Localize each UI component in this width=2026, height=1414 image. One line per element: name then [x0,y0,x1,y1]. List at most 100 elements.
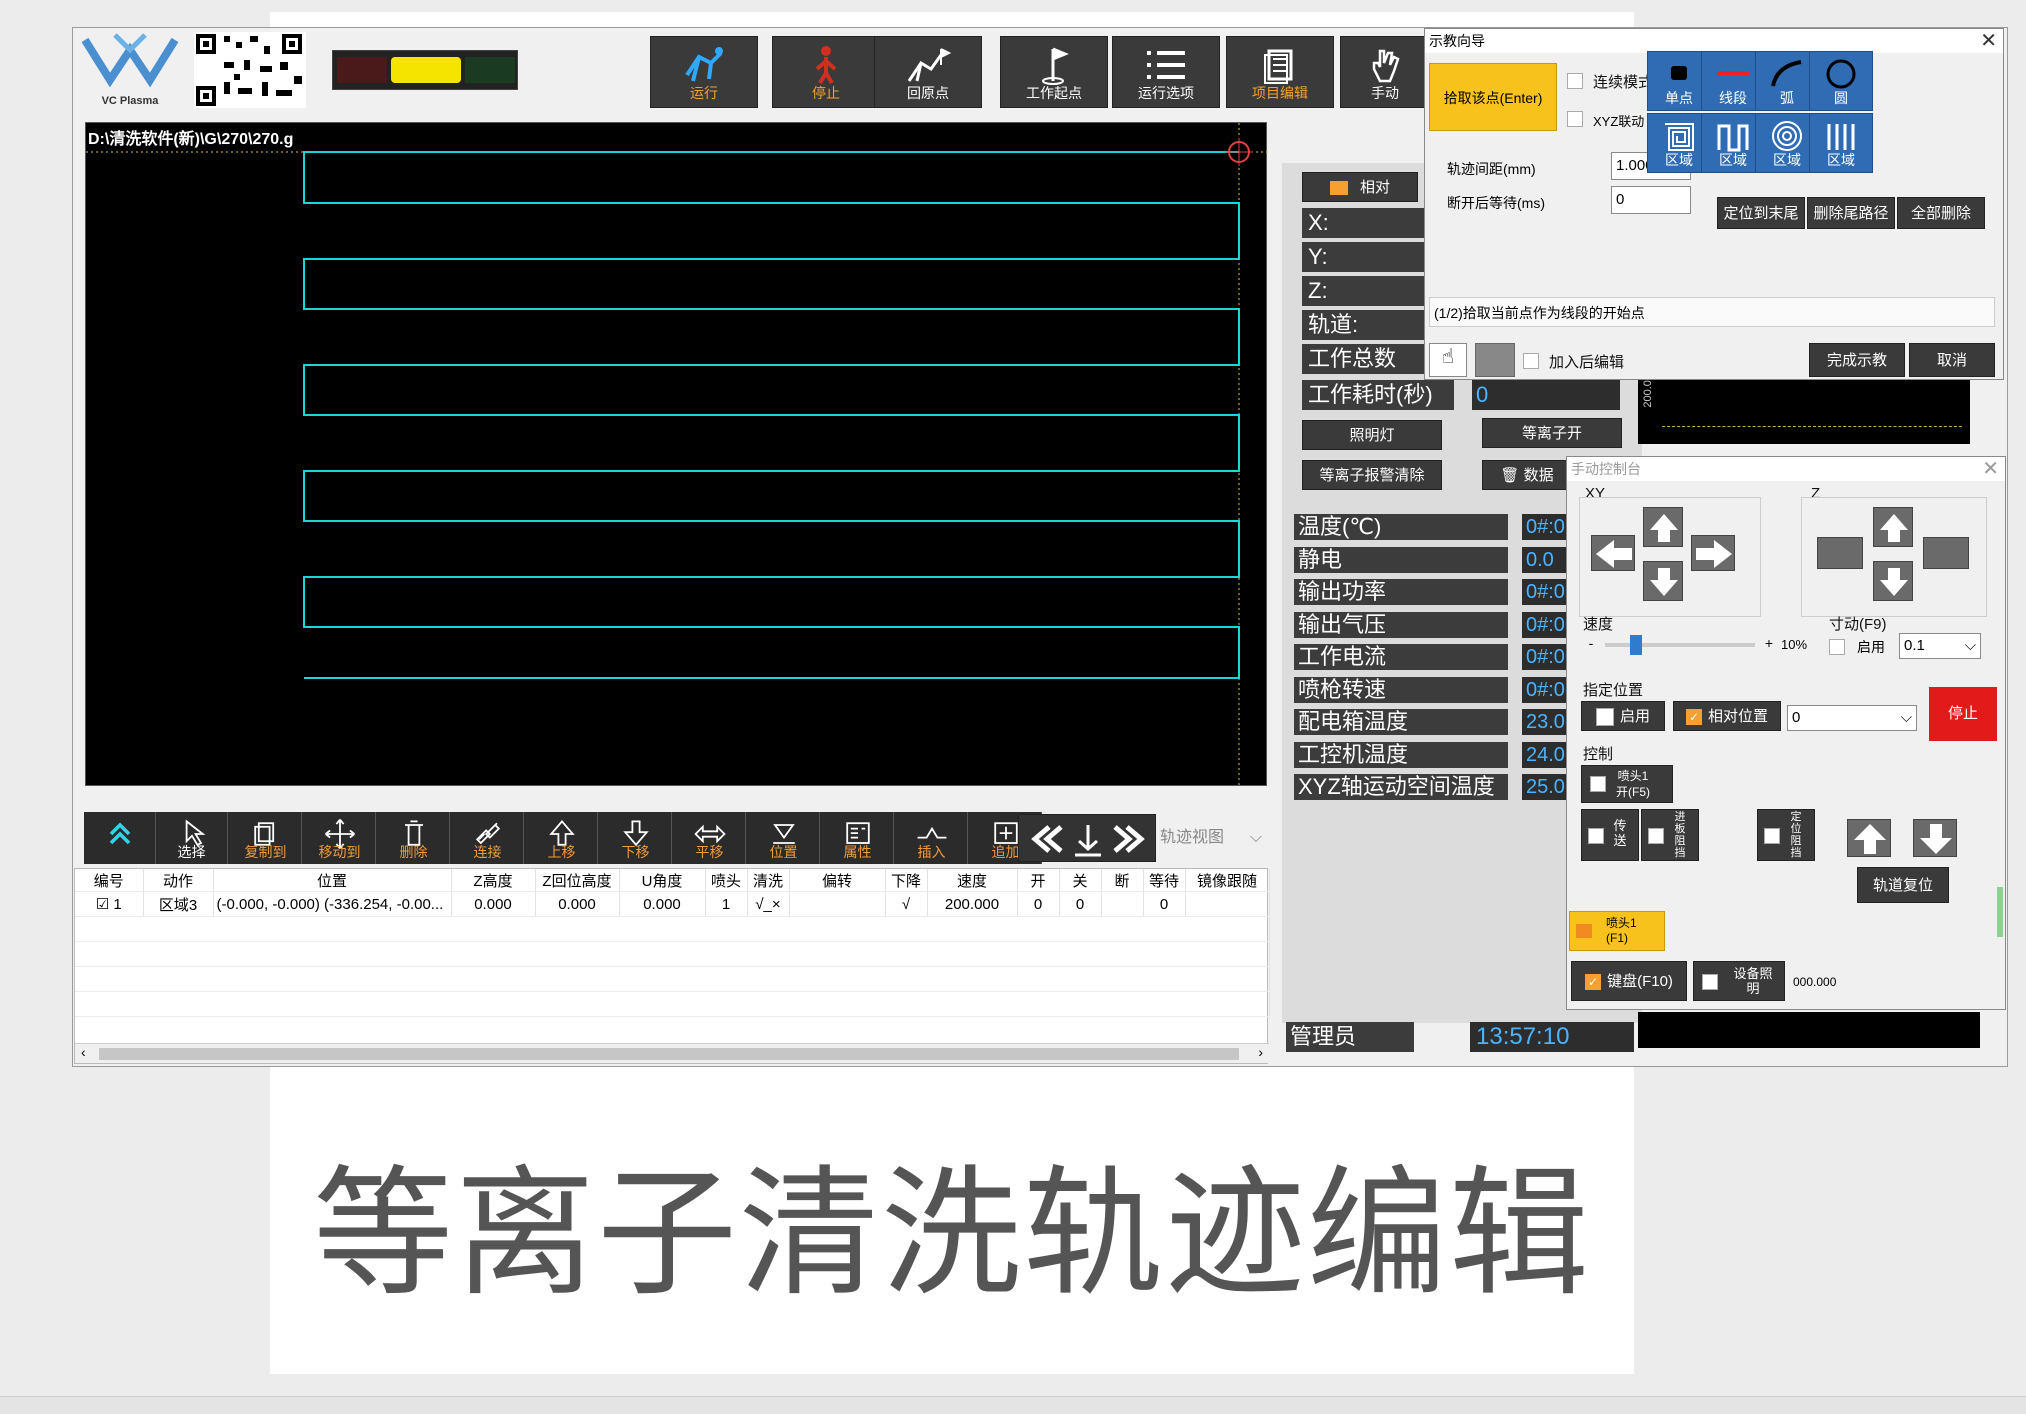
close-icon[interactable]: ✕ [1980,29,1997,53]
x-plus-button[interactable] [1691,535,1735,571]
edit-tool-position-button[interactable]: 位置 [748,812,820,864]
positioning-block-button[interactable]: 定位阻挡 [1757,809,1815,861]
delete-tail-button[interactable]: 删除尾路径 [1807,197,1895,229]
track-reset-button[interactable]: 轨道复位 [1857,867,1949,903]
column-header[interactable]: 开 [1017,869,1060,892]
toolbar-project-edit-button[interactable]: 项目编辑 [1226,36,1334,108]
edit-tool-copy-button[interactable]: 复制到 [230,812,302,864]
edit-tool-collapse-up-button[interactable] [84,812,156,864]
relative-position-button[interactable]: ✓ 相对位置 [1673,701,1781,731]
toolbar-manual-button[interactable]: 手动 [1340,36,1430,108]
column-header[interactable]: 下降 [885,869,928,892]
in-board-block-checkbox[interactable] [1648,828,1664,844]
column-header[interactable]: 速度 [927,869,1018,892]
relative-button[interactable]: 相对 [1302,172,1418,202]
nozzle-open-checkbox[interactable] [1590,776,1606,792]
column-header[interactable]: 喷头 [705,869,748,892]
toolbar-work-start-button[interactable]: 工作起点 [1000,36,1108,108]
z-aux-right-button[interactable] [1923,537,1969,569]
scroll-thumb[interactable] [99,1048,1239,1060]
nozzle-f1-button[interactable]: 喷头1 (F1) [1569,911,1665,951]
locate-end-button[interactable]: 定位到末尾 [1717,197,1805,229]
positioning-block-checkbox[interactable] [1764,828,1780,844]
hand-pick-icon[interactable]: ☝ [1429,343,1467,377]
position-select[interactable]: 0 ⌵ [1787,705,1917,731]
speed-plus-button[interactable]: + [1761,635,1777,653]
jog-select[interactable]: 0.1 ⌵ [1899,633,1981,659]
column-header[interactable]: Z回位高度 [535,869,620,892]
plasma-on-button[interactable]: 等离子开 [1482,418,1622,448]
in-board-block-button[interactable]: 进板阻挡 [1641,809,1699,861]
table-row[interactable]: ☑ 1 区域3 (-0.000, -0.000) (-336.254, -0.00.… [75,891,1270,917]
finish-teach-button[interactable]: 完成示教 [1809,343,1905,377]
axis-label: 轨道: [1302,310,1442,340]
jog-enable-checkbox[interactable] [1829,639,1845,655]
toolbar-home-button[interactable]: 回原点 [874,36,982,108]
edit-tool-arrow-up-button[interactable]: 上移 [526,812,598,864]
nozzle-open-button[interactable]: 喷头1 开(F5) [1581,765,1673,803]
color-swatch[interactable] [1475,343,1515,377]
column-header[interactable]: 清洗 [747,869,790,892]
device-light-button[interactable]: 设备照明 [1693,961,1785,1001]
edit-tool-pan-button[interactable]: 平移 [674,812,746,864]
row-checkbox[interactable]: ☑ [96,896,114,913]
y-minus-button[interactable] [1643,561,1683,601]
speed-slider-thumb[interactable] [1630,635,1642,655]
close-icon[interactable]: ✕ [1982,457,1999,481]
column-header[interactable]: U角度 [619,869,706,892]
track-canvas[interactable]: D:\清洗软件(新)\G\270\270.g [85,122,1268,787]
column-header[interactable]: 断 [1101,869,1144,892]
stop-button[interactable]: 停止 [1929,687,1997,741]
track-view-select[interactable]: 轨迹视图 ⌵ [1160,824,1266,852]
toolbar-run-options-button[interactable]: 运行选项 [1112,36,1220,108]
speed-minus-button[interactable]: - [1583,635,1599,653]
position-enable-button[interactable]: 启用 [1581,701,1665,731]
speed-slider-track[interactable] [1605,643,1755,647]
column-header[interactable]: 等待 [1143,869,1186,892]
position-enable-checkbox[interactable] [1595,708,1614,727]
horizontal-scrollbar[interactable]: ‹ › [75,1043,1269,1063]
edit-tool-link-button[interactable]: 连接 [452,812,524,864]
keyboard-button[interactable]: ✓ 键盘(F10) [1571,961,1687,1001]
edit-tool-arrow-down-button[interactable]: 下移 [600,812,672,864]
scroll-left-icon[interactable]: ‹ [81,1044,86,1060]
column-header[interactable]: 偏转 [789,869,886,892]
column-header[interactable]: 编号 [75,869,144,892]
wait-input[interactable]: 0 [1611,186,1691,214]
continuous-mode-checkbox[interactable] [1567,73,1583,89]
teach-parallel-lines-button[interactable]: 区域 [1809,113,1873,173]
column-header[interactable]: 关 [1059,869,1102,892]
delete-all-button[interactable]: 全部删除 [1897,197,1985,229]
column-header[interactable]: 位置 [213,869,452,892]
track-down-button[interactable] [1913,819,1957,857]
device-light-checkbox[interactable] [1702,974,1718,990]
edit-tool-insert-button[interactable]: 插入 [896,812,968,864]
edit-tool-move-button[interactable]: 移动到 [304,812,376,864]
xyz-link-checkbox[interactable] [1567,111,1583,127]
column-header[interactable]: Z高度 [451,869,536,892]
x-minus-button[interactable] [1591,535,1635,571]
transfer-button[interactable]: 传送 [1581,809,1639,861]
toolbar-run-button[interactable]: 运行 [650,36,758,108]
track-up-button[interactable] [1847,819,1891,857]
vertical-scrollbar[interactable] [1997,887,2003,937]
toolbar-stop-button[interactable]: 停止 [772,36,880,108]
z-aux-left-button[interactable] [1817,537,1863,569]
edit-tool-cursor-button[interactable]: 选择 [156,812,228,864]
teach-circle-button[interactable]: 圆 [1809,51,1873,111]
y-plus-button[interactable] [1643,507,1683,547]
data-button[interactable]: 🗑 数据 [1482,460,1572,490]
z-up-button[interactable] [1873,507,1913,547]
plasma-alarm-clear-button[interactable]: 等离子报警清除 [1302,460,1442,490]
edit-tool-properties-button[interactable]: 属性 [822,812,894,864]
scroll-right-icon[interactable]: › [1258,1044,1263,1060]
z-down-button[interactable] [1873,561,1913,601]
cancel-button[interactable]: 取消 [1909,343,1995,377]
pick-point-button[interactable]: 拾取该点(Enter) [1429,63,1557,131]
light-button[interactable]: 照明灯 [1302,420,1442,450]
edit-tool-trash-button[interactable]: 删除 [378,812,450,864]
transfer-checkbox[interactable] [1588,828,1604,844]
add-then-edit-checkbox[interactable] [1523,353,1539,369]
column-header[interactable]: 镜像跟随 [1185,869,1270,892]
column-header[interactable]: 动作 [143,869,214,892]
